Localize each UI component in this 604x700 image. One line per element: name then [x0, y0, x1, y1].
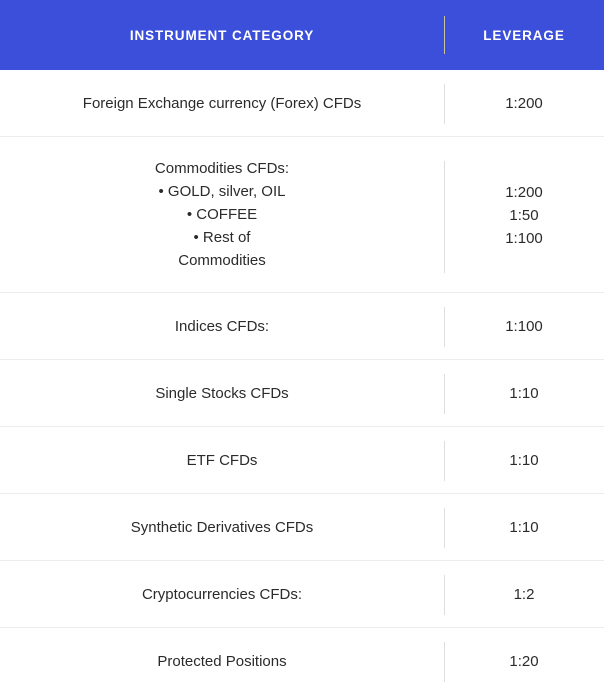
- leverage-text-line: 1:10: [509, 451, 539, 469]
- leverage-text-line: 1:50: [509, 207, 539, 224]
- header-column-divider: [444, 16, 445, 54]
- category-text-line: • GOLD, silver, OIL: [158, 183, 286, 200]
- row-column-divider: [444, 161, 445, 273]
- cell-leverage: 1:10: [444, 427, 604, 493]
- category-text-line: Commodities CFDs:: [154, 160, 290, 177]
- category-text-line: Protected Positions: [157, 652, 287, 670]
- category-text-line: Indices CFDs:: [174, 317, 270, 335]
- table-row: Synthetic Derivatives CFDs 1:10: [0, 493, 604, 560]
- leverage-text-line: 1:200: [505, 94, 543, 112]
- row-column-divider: [444, 307, 445, 347]
- cell-instrument-category: Single Stocks CFDs: [0, 360, 444, 426]
- category-text-line: • COFFEE: [186, 206, 258, 223]
- category-text-line: • Rest of: [193, 229, 251, 246]
- leverage-text-line: 1:10: [509, 384, 539, 402]
- row-column-divider: [444, 374, 445, 414]
- row-column-divider: [444, 84, 445, 124]
- leverage-table: INSTRUMENT CATEGORY LEVERAGE Foreign Exc…: [0, 0, 604, 700]
- cell-instrument-category: Foreign Exchange currency (Forex) CFDs: [0, 70, 444, 136]
- table-header-row: INSTRUMENT CATEGORY LEVERAGE: [0, 0, 604, 70]
- category-text-line: Commodities: [178, 252, 266, 269]
- table-row: ETF CFDs 1:10: [0, 426, 604, 493]
- leverage-text-line: 1:2: [513, 585, 535, 603]
- category-text-line: Cryptocurrencies CFDs:: [141, 585, 303, 603]
- category-text-line: ETF CFDs: [186, 451, 258, 469]
- cell-leverage: 1:100: [444, 293, 604, 359]
- category-text-line: Foreign Exchange currency (Forex) CFDs: [82, 94, 362, 112]
- cell-leverage: 1:2: [444, 561, 604, 627]
- table-row: Foreign Exchange currency (Forex) CFDs 1:…: [0, 70, 604, 136]
- cell-instrument-category: Cryptocurrencies CFDs:: [0, 561, 444, 627]
- leverage-text-line: 1:20: [509, 652, 539, 670]
- cell-instrument-category: Commodities CFDs: • GOLD, silver, OIL • CO…: [0, 137, 444, 292]
- leverage-text-line: 1:10: [509, 518, 539, 536]
- table-row: Protected Positions 1:20: [0, 627, 604, 694]
- table-row: Indices CFDs: 1:100: [0, 292, 604, 359]
- cell-instrument-category: ETF CFDs: [0, 427, 444, 493]
- row-column-divider: [444, 441, 445, 481]
- table-row: Single Stocks CFDs 1:10: [0, 359, 604, 426]
- cell-instrument-category: Synthetic Derivatives CFDs: [0, 494, 444, 560]
- cell-leverage: 1:20: [444, 628, 604, 694]
- category-text-line: Synthetic Derivatives CFDs: [130, 518, 314, 536]
- leverage-text-line: 1:100: [505, 230, 543, 247]
- column-header-leverage: LEVERAGE: [483, 27, 565, 43]
- column-header-instrument-category: INSTRUMENT CATEGORY: [129, 27, 315, 43]
- table-body: Foreign Exchange currency (Forex) CFDs 1:…: [0, 70, 604, 694]
- table-row: Commodities CFDs: • GOLD, silver, OIL • CO…: [0, 136, 604, 292]
- row-column-divider: [444, 642, 445, 682]
- row-column-divider: [444, 508, 445, 548]
- leverage-text-line: 1:100: [505, 317, 543, 335]
- cell-instrument-category: Indices CFDs:: [0, 293, 444, 359]
- cell-leverage: 1:200: [444, 70, 604, 136]
- cell-leverage: 1:200 1:50 1:100: [444, 137, 604, 292]
- cell-leverage: 1:10: [444, 494, 604, 560]
- category-text-line: Single Stocks CFDs: [155, 384, 289, 402]
- row-column-divider: [444, 575, 445, 615]
- cell-instrument-category: Protected Positions: [0, 628, 444, 694]
- leverage-text-line: 1:200: [505, 184, 543, 201]
- cell-leverage: 1:10: [444, 360, 604, 426]
- table-row: Cryptocurrencies CFDs: 1:2: [0, 560, 604, 627]
